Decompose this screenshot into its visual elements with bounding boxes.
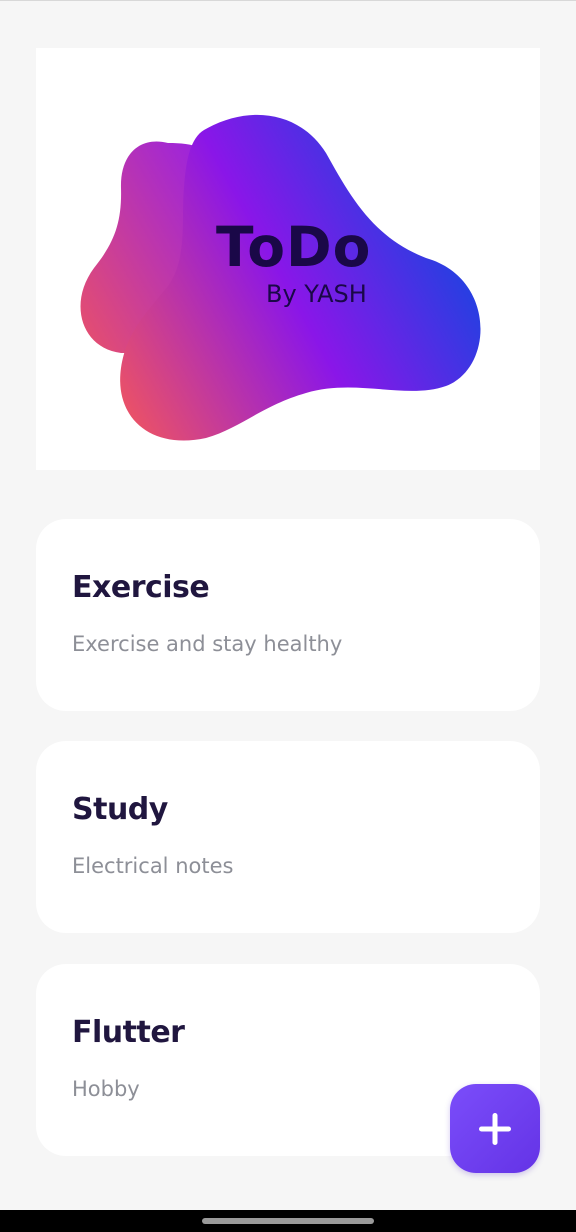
task-description: Hobby <box>72 1077 140 1101</box>
status-bar-divider <box>0 0 576 1</box>
logo-title: ToDo <box>216 215 372 279</box>
task-title: Study <box>72 792 168 827</box>
app-logo: ToDo By YASH <box>36 48 540 470</box>
task-card-study[interactable]: Study Electrical notes <box>36 741 540 933</box>
home-indicator[interactable] <box>202 1218 374 1224</box>
system-navigation-bar <box>0 1210 576 1232</box>
task-description: Electrical notes <box>72 854 234 878</box>
logo-subtitle: By YASH <box>266 280 367 308</box>
task-card-exercise[interactable]: Exercise Exercise and stay healthy <box>36 519 540 711</box>
add-task-button[interactable] <box>450 1084 540 1173</box>
task-description: Exercise and stay healthy <box>72 632 343 656</box>
task-title: Flutter <box>72 1015 185 1050</box>
plus-icon <box>479 1112 511 1145</box>
task-title: Exercise <box>72 570 210 605</box>
